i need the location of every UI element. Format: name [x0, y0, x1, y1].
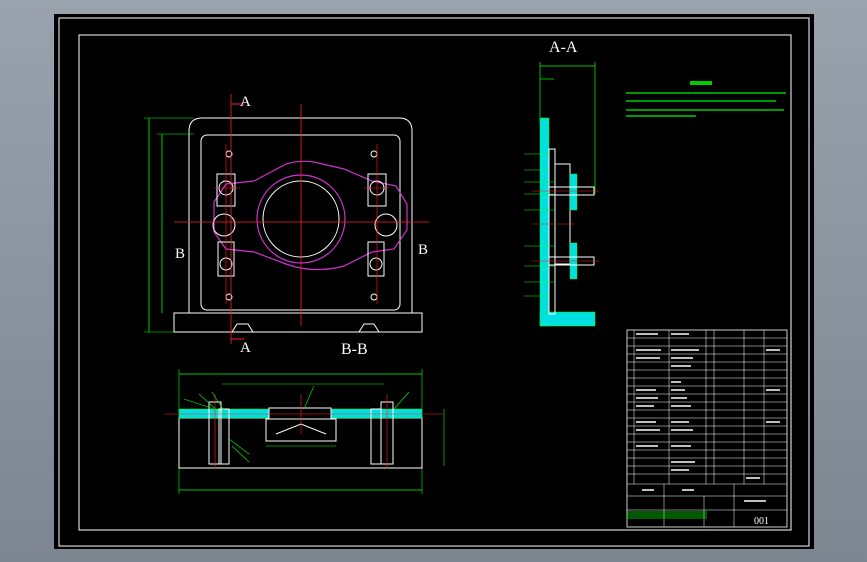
cut-label-a-bottom: A	[240, 340, 251, 356]
top-plate-gap	[268, 407, 332, 420]
upright-section	[539, 117, 550, 327]
bom-rows	[627, 330, 787, 527]
mount-hole	[370, 293, 378, 301]
technical-notes	[626, 81, 786, 117]
drawing-viewport[interactable]: A A B B B-B A-A 001	[54, 14, 814, 549]
cut-label-a-top: A	[240, 94, 251, 110]
base-notch	[358, 323, 380, 333]
top-body	[178, 417, 423, 469]
flange-hole-left	[212, 213, 236, 237]
body-section	[548, 148, 556, 315]
title-block[interactable]: 001	[626, 329, 788, 528]
flange-part	[213, 160, 408, 271]
cut-label-b-left: B	[175, 246, 185, 262]
flange-hole-right	[374, 213, 398, 237]
base-notch	[231, 323, 254, 333]
base-plate	[173, 312, 423, 333]
section-label-aa: A-A	[549, 39, 578, 56]
bom-text-marks	[636, 333, 780, 502]
flange-section	[554, 163, 571, 265]
title-block-highlight	[627, 511, 707, 519]
front-view[interactable]: A A B B B-B	[144, 94, 429, 358]
section-label-bb: B-B	[341, 341, 368, 358]
sheet-border	[58, 17, 810, 547]
clamp-bottom-right	[367, 241, 385, 277]
part-leaders	[183, 385, 410, 463]
cut-label-b-right: B	[418, 242, 428, 258]
bom-table	[626, 329, 788, 528]
mount-hole	[370, 150, 378, 158]
clamp-section	[569, 173, 578, 211]
drawing-sheet: A A B B B-B A-A 001	[58, 17, 810, 547]
base-section	[539, 311, 596, 327]
section-view-aa[interactable]: A-A	[524, 39, 599, 327]
clamp-bolt	[369, 257, 383, 271]
drawing-number: 001	[754, 516, 769, 527]
cad-application: A A B B B-B A-A 001	[0, 0, 867, 562]
upright-plate	[188, 117, 413, 313]
top-view[interactable]	[164, 369, 445, 494]
